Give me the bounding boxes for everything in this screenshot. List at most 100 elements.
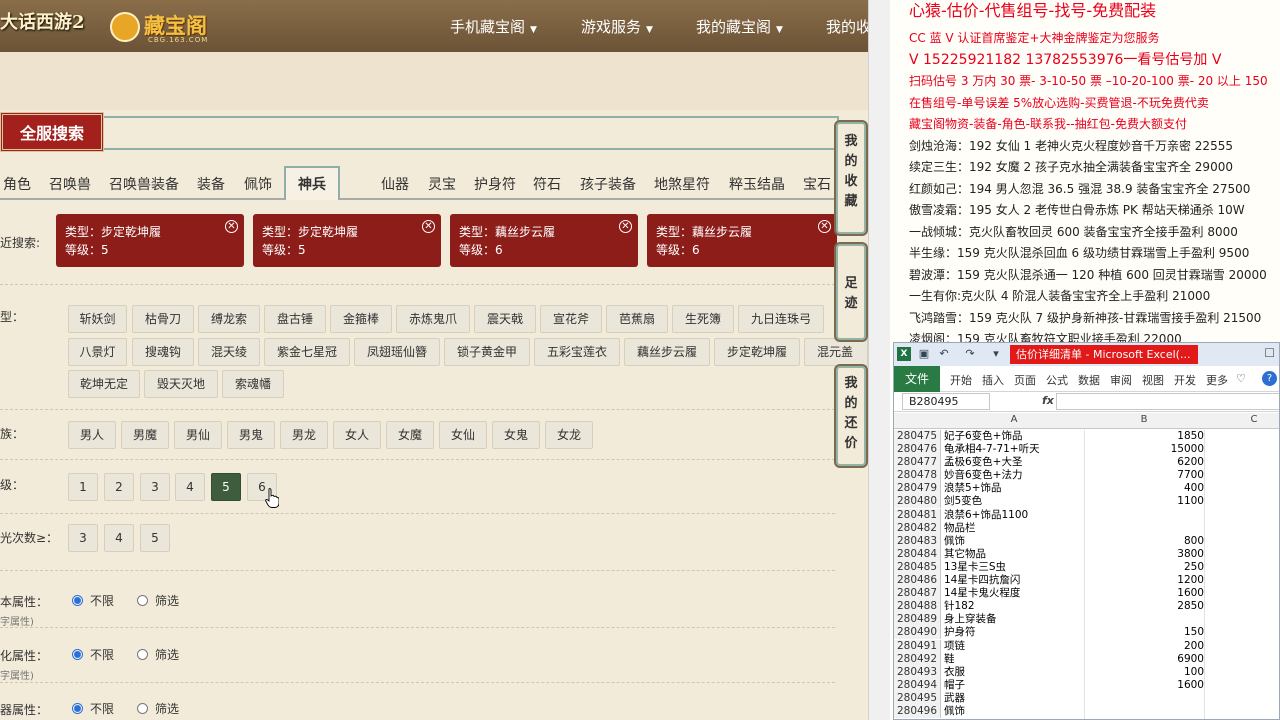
sheet-row[interactable]: 280482 物品栏 [894, 521, 1279, 535]
close-icon[interactable]: ✕ [818, 220, 831, 233]
type-option[interactable]: 芭蕉扇 [606, 305, 668, 333]
race-option[interactable]: 女龙 [545, 421, 593, 449]
race-option[interactable]: 男人 [68, 421, 116, 449]
sheet-row[interactable]: 280485 13星卡三S虫 250 [894, 560, 1279, 574]
nav-mobile-cbg[interactable]: 手机藏宝阁 ▼ [450, 16, 537, 37]
type-option[interactable]: 盘古锤 [264, 305, 326, 333]
recent-card[interactable]: 类型：步定乾坤履 等级：5 ✕ [253, 214, 441, 267]
race-option[interactable]: 女魔 [386, 421, 434, 449]
race-option[interactable]: 男仙 [174, 421, 222, 449]
race-option[interactable]: 男龙 [280, 421, 328, 449]
type-option[interactable]: 乾坤无定 [68, 370, 140, 398]
refine-option[interactable]: 3 [68, 524, 98, 552]
tab-gem[interactable]: 宝石 [803, 174, 831, 194]
radio-unlimited[interactable]: 不限 [72, 646, 114, 663]
tab-equip[interactable]: 装备 [197, 174, 225, 194]
type-option[interactable]: 缚龙索 [198, 305, 260, 333]
level-option-selected[interactable]: 5 [211, 473, 241, 501]
ribbon-tab[interactable]: 更多 [1206, 372, 1228, 388]
sheet-row[interactable]: 280479 浪禁5+饰品 400 [894, 482, 1279, 496]
type-option[interactable]: 凤翅瑶仙簪 [354, 338, 440, 366]
formula-input[interactable] [1056, 393, 1279, 410]
tab-role[interactable]: 角色 [3, 174, 31, 194]
close-icon[interactable]: ✕ [422, 220, 435, 233]
ribbon-tab[interactable]: 插入 [982, 372, 1004, 388]
maximize-icon[interactable]: ☐ [1264, 346, 1275, 360]
sheet-row[interactable]: 280478 妙音6变色+法力 7700 [894, 469, 1279, 483]
tab-child-equip[interactable]: 孩子装备 [580, 174, 636, 194]
type-option[interactable]: 金箍棒 [330, 305, 392, 333]
column-header[interactable]: B [1124, 414, 1164, 425]
type-option[interactable]: 斩妖剑 [68, 305, 127, 333]
type-option[interactable]: 步定乾坤履 [714, 338, 800, 366]
type-option[interactable]: 九日连珠弓 [738, 305, 824, 333]
type-option[interactable]: 八景灯 [68, 338, 127, 366]
race-option[interactable]: 女人 [333, 421, 381, 449]
radio-filter[interactable]: 筛选 [137, 700, 179, 717]
tab-jade[interactable]: 粹玉结晶 [729, 174, 785, 194]
game-logo[interactable]: 大话西游2 [0, 8, 85, 42]
type-option[interactable]: 五彩宝莲衣 [534, 338, 620, 366]
my-favorites-button[interactable]: 我的收藏 [836, 122, 866, 234]
my-offers-button[interactable]: 我的还价 [836, 366, 866, 466]
ribbon-tab[interactable]: 数据 [1078, 372, 1100, 388]
quick-access-menu-icon[interactable]: ▾ [990, 347, 1002, 360]
tab-pet[interactable]: 召唤兽 [49, 174, 91, 194]
type-option[interactable]: 宣花斧 [540, 305, 602, 333]
sheet-row[interactable]: 280493 衣服 100 [894, 665, 1279, 679]
type-option[interactable]: 藕丝步云履 [624, 338, 710, 366]
redo-icon[interactable]: ↷ [964, 347, 976, 360]
type-option[interactable]: 震天戟 [474, 305, 536, 333]
sheet-row[interactable]: 280489 身上穿装备 [894, 613, 1279, 627]
sheet-row[interactable]: 280476 龟承相4-7-71+听天 15000 [894, 443, 1279, 457]
column-header[interactable]: C [1234, 414, 1274, 425]
type-option[interactable]: 锁子黄金甲 [444, 338, 530, 366]
recent-card[interactable]: 类型：步定乾坤履 等级：5 ✕ [56, 214, 244, 267]
sheet-row[interactable]: 280494 帽子 1600 [894, 678, 1279, 692]
level-option[interactable]: 4 [175, 473, 205, 501]
ribbon-tab-file[interactable]: 文件 [894, 366, 940, 392]
tab-rune[interactable]: 符石 [533, 174, 561, 194]
sheet-row[interactable]: 280475 妃子6变色+饰品 1850 [894, 430, 1279, 443]
level-option[interactable]: 1 [68, 473, 98, 501]
ribbon-tab[interactable]: 开发 [1174, 372, 1196, 388]
save-icon[interactable]: ▣ [918, 347, 930, 360]
type-option[interactable]: 毁天灭地 [144, 370, 218, 398]
ribbon-tab[interactable]: 公式 [1046, 372, 1068, 388]
recent-card[interactable]: 类型：藕丝步云履 等级：6 ✕ [647, 214, 837, 267]
collapse-ribbon-icon[interactable]: ♡ [1236, 372, 1246, 385]
radio-unlimited[interactable]: 不限 [72, 700, 114, 717]
sheet-row[interactable]: 280496 佩饰 [894, 704, 1279, 718]
sheet-row[interactable]: 280492 鞋 6900 [894, 652, 1279, 666]
sheet-row[interactable]: 280491 项链 200 [894, 639, 1279, 653]
column-header[interactable]: A [994, 414, 1034, 425]
sheet-row[interactable]: 280484 其它物品 3800 [894, 547, 1279, 561]
tab-pet-equip[interactable]: 召唤兽装备 [109, 174, 179, 194]
refine-option[interactable]: 4 [104, 524, 134, 552]
level-option[interactable]: 2 [104, 473, 134, 501]
help-icon[interactable]: ? [1262, 371, 1277, 386]
sheet-row[interactable]: 280495 武器 [894, 691, 1279, 705]
nav-game-service[interactable]: 游戏服务 ▼ [581, 16, 653, 37]
nav-my-fav[interactable]: 我的收 [826, 16, 868, 37]
name-box[interactable]: B280495 [902, 393, 990, 410]
race-option[interactable]: 女鬼 [492, 421, 540, 449]
sheet-row[interactable]: 280487 14星卡鬼火程度 1600 [894, 587, 1279, 601]
ribbon-tab[interactable]: 开始 [950, 372, 972, 388]
tab-xianqi[interactable]: 仙器 [381, 174, 409, 194]
tab-shenbing[interactable]: 神兵 [284, 166, 340, 200]
sheet-row[interactable]: 280490 护身符 150 [894, 626, 1279, 640]
tab-star-charm[interactable]: 地煞星符 [654, 174, 710, 194]
sheet-row[interactable]: 280483 佩饰 800 [894, 534, 1279, 548]
race-option[interactable]: 女仙 [439, 421, 487, 449]
close-icon[interactable]: ✕ [619, 220, 632, 233]
type-option[interactable]: 生死簿 [672, 305, 734, 333]
type-option[interactable]: 混元盖 [804, 338, 868, 366]
level-option[interactable]: 3 [140, 473, 170, 501]
tab-amulet[interactable]: 护身符 [474, 174, 516, 194]
race-option[interactable]: 男鬼 [227, 421, 275, 449]
type-option[interactable]: 搜魂钩 [132, 338, 194, 366]
sheet-row[interactable]: 280481 浪禁6+饰品1100 [894, 508, 1279, 522]
close-icon[interactable]: ✕ [225, 220, 238, 233]
ribbon-tab[interactable]: 审阅 [1110, 372, 1132, 388]
